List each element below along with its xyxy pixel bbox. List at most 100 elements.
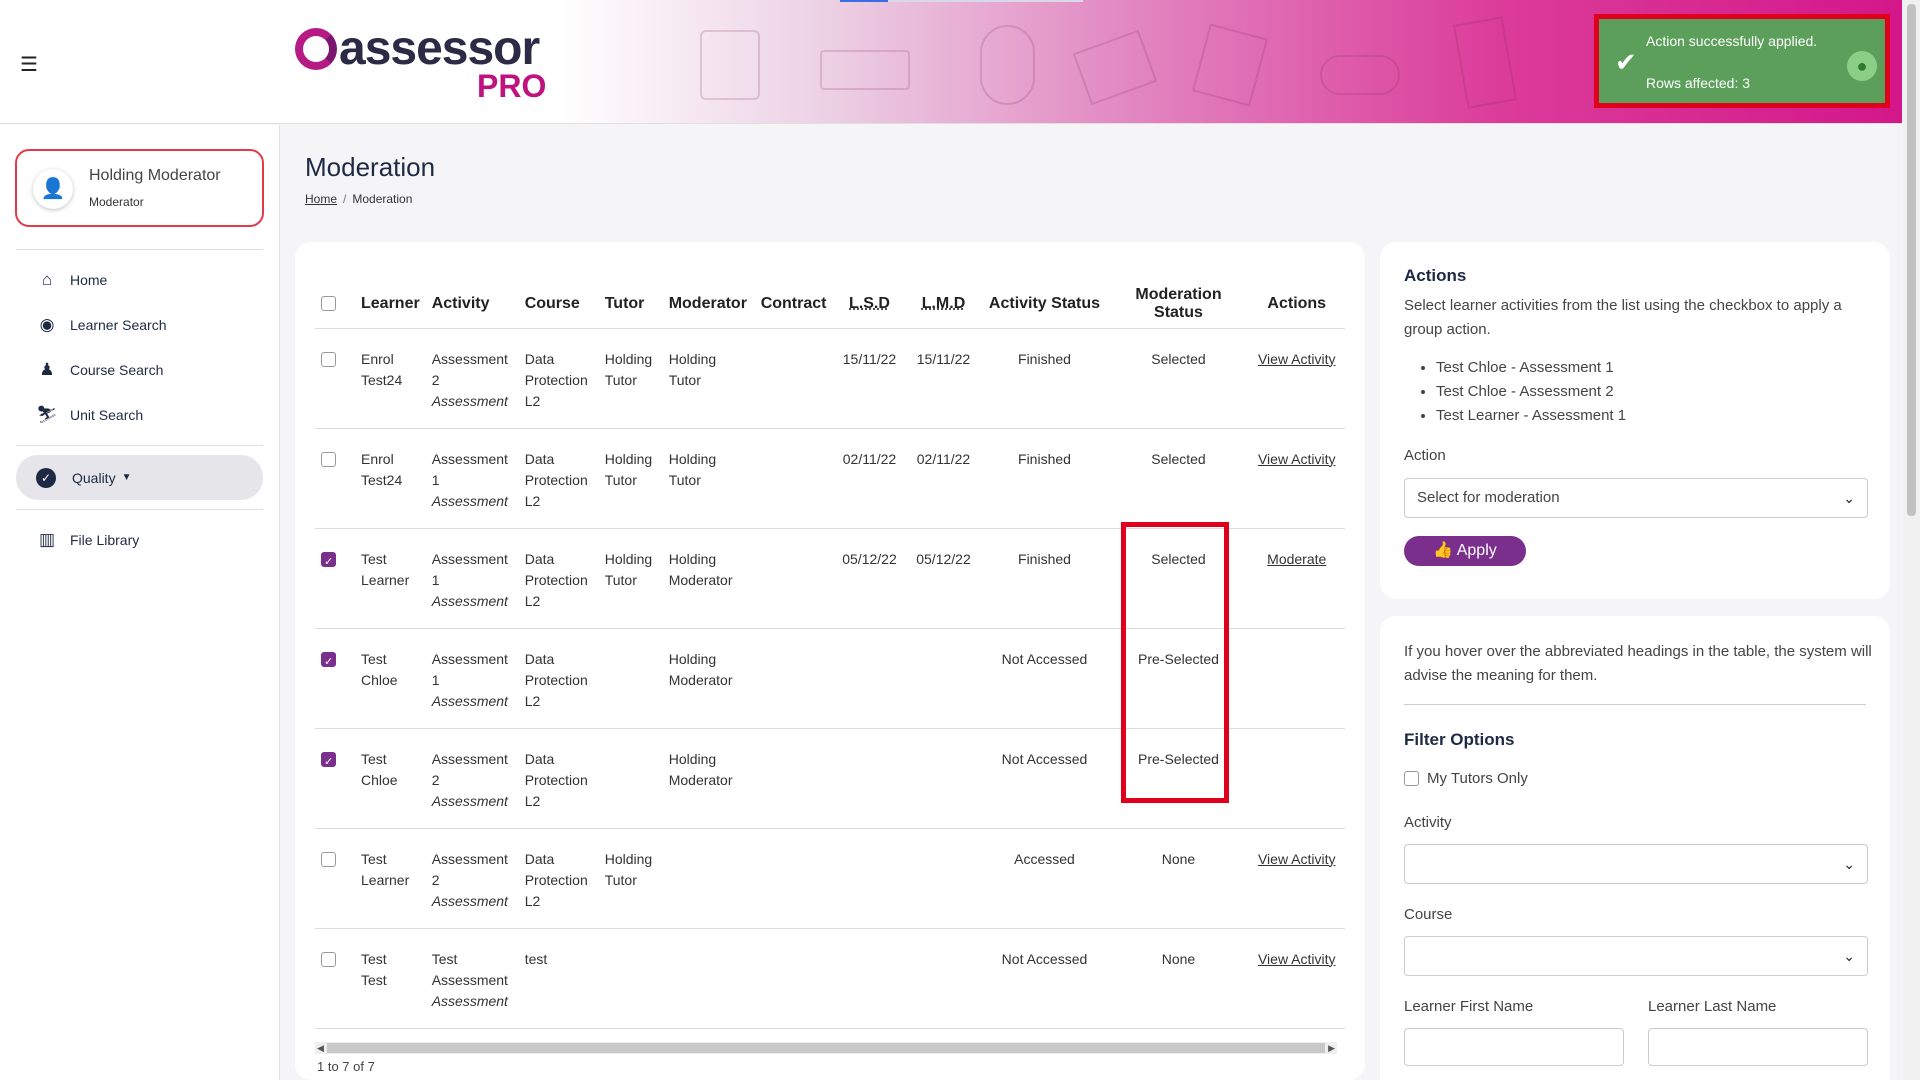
check-circle-icon: ✓ <box>36 467 56 488</box>
learner-line: Test24 <box>361 471 403 488</box>
learner-cell: Test Learner <box>355 828 426 929</box>
col-activity-status[interactable]: Activity Status <box>980 280 1109 329</box>
col-learner[interactable]: Learner <box>355 280 426 329</box>
col-lsd[interactable]: L.S.D <box>849 295 890 312</box>
moderation-table-card: Learner Activity Course Tutor Moderator … <box>295 242 1365 1080</box>
course-line: Protection <box>524 571 588 588</box>
activity-line: 1 <box>431 471 440 488</box>
table-header-row: Learner Activity Course Tutor Moderator … <box>315 280 1345 329</box>
row-checkbox-cell[interactable] <box>315 928 355 1029</box>
activity-filter-select[interactable]: ⌄ <box>1404 844 1868 884</box>
col-tutor[interactable]: Tutor <box>598 280 663 329</box>
app-header: ☰ assessor PRO ✔ Action successfully app… <box>0 0 1902 124</box>
logo-e-mark <box>295 28 337 70</box>
activity-status-cell: Finished <box>980 328 1109 429</box>
row-action-link[interactable]: Moderate <box>1267 551 1326 567</box>
row-checkbox[interactable] <box>321 552 336 573</box>
moderator-cell: Holding Tutor <box>662 328 755 429</box>
sidebar-item-learner-search[interactable]: ◉ Learner Search <box>36 315 167 335</box>
activity-type: Assessment <box>431 892 508 909</box>
col-activity[interactable]: Activity <box>425 280 519 329</box>
lmd-cell <box>906 928 981 1029</box>
my-tutors-only-checkbox[interactable] <box>1404 771 1419 786</box>
tutor-line: Tutor <box>604 371 637 388</box>
learner-line: Test24 <box>361 371 403 388</box>
select-all-checkbox[interactable] <box>321 296 336 312</box>
apply-button[interactable]: 👍 Apply <box>1404 536 1526 566</box>
course-line: Protection <box>524 371 588 388</box>
row-checkbox-cell[interactable] <box>315 728 355 829</box>
row-checkbox-cell[interactable] <box>315 828 355 929</box>
last-name-input[interactable] <box>1648 1028 1868 1066</box>
scroll-right-icon[interactable]: ▶ <box>1328 1042 1335 1054</box>
hamburger-icon[interactable]: ☰ <box>20 52 38 77</box>
user-card[interactable]: 👤 Holding Moderator Moderator <box>15 149 264 227</box>
activity-status-cell: Not Accessed <box>980 728 1109 829</box>
col-contract[interactable]: Contract <box>754 280 833 329</box>
row-action-link[interactable]: View Activity <box>1258 451 1336 467</box>
table-horizontal-scrollbar[interactable]: ◀ ▶ <box>315 1042 1337 1054</box>
row-checkbox[interactable] <box>321 652 336 673</box>
row-action-link[interactable]: View Activity <box>1258 951 1336 967</box>
tutor-line: Holding <box>604 450 653 467</box>
action-select[interactable]: Select for moderation ⌄ <box>1404 478 1868 518</box>
row-checkbox-cell[interactable] <box>315 328 355 429</box>
sidebar-item-label: Learner Search <box>70 317 167 333</box>
row-checkbox-cell[interactable] <box>315 428 355 529</box>
row-action-link[interactable]: View Activity <box>1258 351 1336 367</box>
col-moderator[interactable]: Moderator <box>662 280 755 329</box>
activity-status-cell: Accessed <box>980 828 1109 929</box>
row-action-link[interactable]: View Activity <box>1258 851 1336 867</box>
select-all-checkbox-cell[interactable] <box>315 280 355 329</box>
row-checkbox[interactable] <box>321 452 336 468</box>
col-course[interactable]: Course <box>518 280 599 329</box>
activity-type: Assessment <box>431 492 508 509</box>
course-line: L2 <box>524 392 541 409</box>
tutor-cell <box>598 628 663 729</box>
activity-line: Assessment <box>431 650 508 667</box>
first-name-input[interactable] <box>1404 1028 1624 1066</box>
activity-status-cell: Finished <box>980 428 1109 529</box>
sidebar-item-unit-search[interactable]: ⛷ Unit Search <box>36 405 143 425</box>
sidebar-item-course-search[interactable]: ♟ Course Search <box>36 360 163 380</box>
page-title: Moderation <box>305 152 436 182</box>
course-filter-select[interactable]: ⌄ <box>1404 936 1868 976</box>
table-row: Test Chloe Assessment 1 Assessment Data Protec… <box>315 628 1345 729</box>
table-body: Enrol Test24 Assessment 2 Assessment Data Prot… <box>315 328 1345 1029</box>
my-tutors-only-toggle[interactable]: My Tutors Only <box>1404 770 1528 787</box>
row-checkbox-cell[interactable] <box>315 528 355 629</box>
success-toast[interactable]: ✔ Action successfully applied. Rows affe… <box>1594 14 1890 108</box>
page-vertical-scrollbar[interactable] <box>1903 0 1920 1080</box>
tutor-line: Holding <box>604 350 653 367</box>
table-row: Enrol Test24 Assessment 1 Assessment Data Prot… <box>315 428 1345 529</box>
sidebar-item-label: Home <box>70 272 108 288</box>
row-checkbox-cell[interactable] <box>315 628 355 729</box>
sidebar-divider <box>16 445 263 446</box>
col-moderation-status[interactable]: Moderation Status <box>1108 280 1249 329</box>
scroll-thumb[interactable] <box>327 1043 1325 1053</box>
page-scroll-thumb[interactable] <box>1907 4 1916 516</box>
activity-line: 1 <box>431 571 440 588</box>
sidebar-item-quality[interactable]: ✓ Quality ▼ <box>16 455 263 500</box>
row-checkbox[interactable] <box>321 352 336 368</box>
activity-cell: Assessment 2 Assessment <box>425 828 519 929</box>
user-avatar-icon[interactable]: ● <box>1847 51 1877 81</box>
table-row: Test Learner Assessment 1 Assessment Data Prot… <box>315 528 1345 629</box>
course-cell: Data Protection L2 <box>518 428 599 529</box>
row-checkbox[interactable] <box>321 752 336 773</box>
lmd-cell <box>906 828 981 929</box>
scroll-left-icon[interactable]: ◀ <box>317 1042 324 1054</box>
course-line: Data <box>524 350 555 367</box>
row-checkbox[interactable] <box>321 952 336 968</box>
sidebar-item-file-library[interactable]: ▥ File Library <box>36 530 139 550</box>
moderation-status-cell: Pre-Selected <box>1108 628 1249 729</box>
eassessor-logo[interactable]: assessor PRO <box>295 22 546 104</box>
activity-line: Assessment <box>431 550 508 567</box>
course-line: Protection <box>524 771 588 788</box>
sidebar-item-home[interactable]: ⌂ Home <box>36 270 108 290</box>
breadcrumb-separator: / <box>343 192 347 206</box>
breadcrumb-home-link[interactable]: Home <box>305 192 337 206</box>
row-checkbox[interactable] <box>321 852 336 868</box>
col-lmd[interactable]: L.M.D <box>922 295 966 312</box>
moderator-cell: Holding Moderator <box>662 628 755 729</box>
